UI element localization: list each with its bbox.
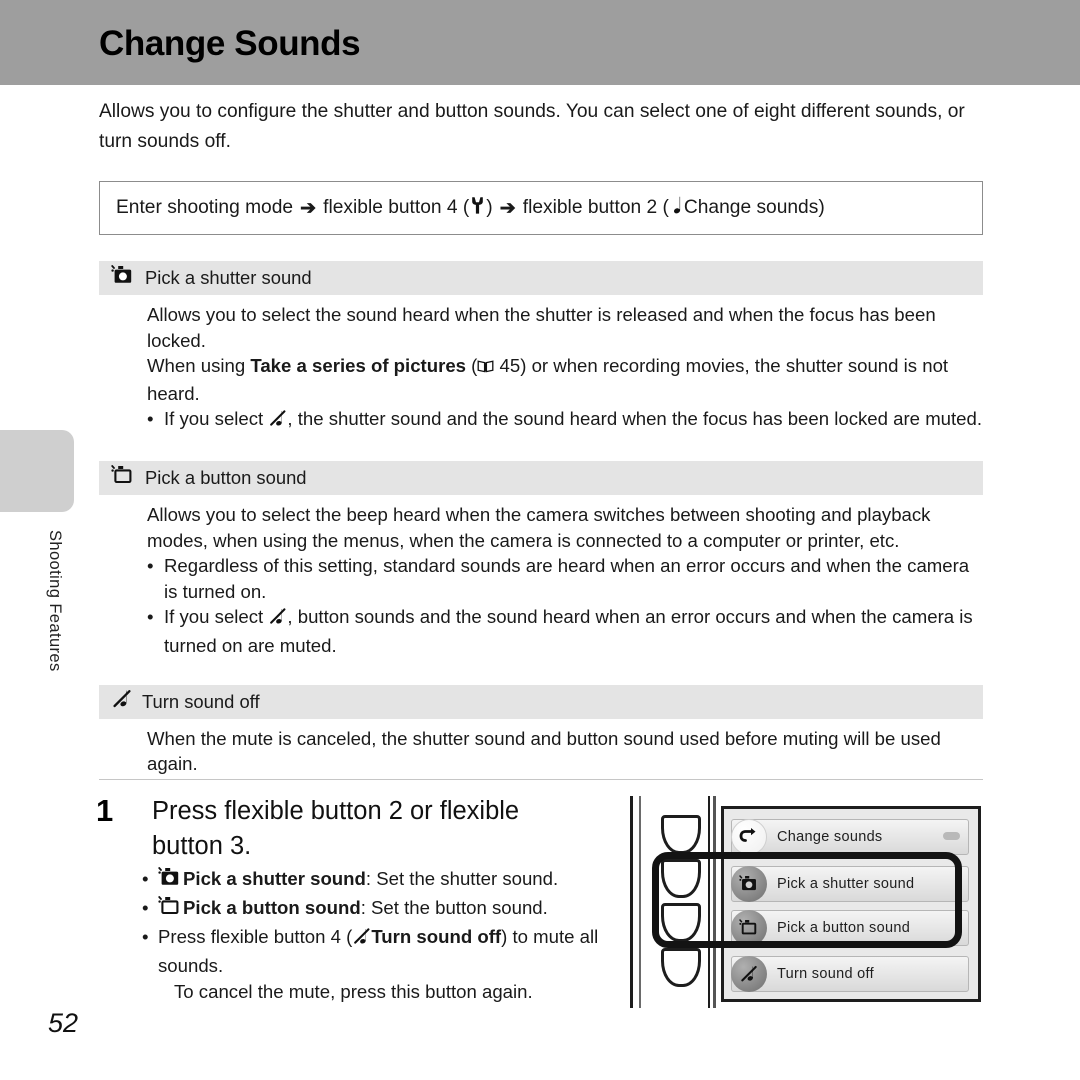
selection-highlight-ring [652, 852, 962, 948]
mute-note-icon [111, 689, 133, 715]
button-sound-camera-icon [158, 896, 183, 924]
chapter-tab-label: Shooting Features [46, 530, 64, 672]
arrow-right-icon-2: ➔ [499, 198, 516, 219]
para2-bold-reference: Take a series of pictures [250, 355, 467, 377]
step-bullet-2: • Pick a button sound: Set the button so… [142, 895, 620, 924]
menu-row-label: Change sounds [777, 829, 883, 845]
menu-indicator-pill [943, 832, 960, 840]
menu-row-change-sounds[interactable]: Change sounds [731, 819, 969, 855]
step-bullet-1: • Pick a shutter sound: Set the shutter … [142, 866, 620, 895]
menu-row-turn-sound-off[interactable]: Turn sound off [731, 956, 969, 992]
button-sound-camera-icon [111, 465, 136, 491]
section-2-bullet-1: • Regardless of this setting, standard s… [147, 553, 983, 604]
mute-note-icon [352, 927, 371, 953]
para2-mid: ( [466, 355, 478, 377]
nav-path-part2: flexible button 4 ( [323, 197, 470, 218]
section-header-pick-shutter-sound: Pick a shutter sound [99, 261, 983, 295]
music-note-icon [669, 196, 682, 221]
step-bullet-2-rest: : Set the button sound. [360, 897, 548, 918]
section-3-body: When the mute is canceled, the shutter s… [99, 719, 983, 777]
section-1-body: Allows you to select the sound heard whe… [99, 295, 983, 435]
step-number: 1 [96, 793, 114, 828]
main-content: Allows you to configure the shutter and … [99, 97, 983, 777]
bullet-1-pre: If you select [164, 408, 269, 430]
section-2-heading: Pick a button sound [145, 466, 307, 488]
step-bullet-1-rest: : Set the shutter sound. [365, 868, 559, 889]
bullet-marker: • [147, 555, 154, 577]
bullet-1-post: , the shutter sound and the sound heard … [287, 408, 983, 430]
nav-path-part3: ) [486, 197, 493, 218]
intro-paragraph: Allows you to configure the shutter and … [99, 101, 965, 152]
shutter-sound-camera-icon [158, 867, 183, 895]
step-bullet-3-pre: Press flexible button 4 ( [158, 926, 353, 947]
step-divider [99, 779, 983, 780]
mute-note-icon [731, 956, 767, 992]
nav-path-part1: Enter shooting mode [116, 197, 294, 218]
step-bullet-2-bold: Pick a button sound [183, 897, 361, 918]
section-3-heading: Turn sound off [142, 690, 260, 712]
section-2-bullet-1-text: Regardless of this setting, standard sou… [164, 555, 970, 602]
flexible-button-4[interactable] [661, 948, 701, 987]
camera-screen-illustration: Change sounds Pick a shutter sound Pick … [628, 796, 984, 1008]
page-title: Change Sounds [99, 24, 361, 63]
step-bullet-list: • Pick a shutter sound: Set the shutter … [142, 866, 620, 1005]
section-1-para-1: Allows you to select the sound heard whe… [147, 304, 936, 351]
back-arrow-icon[interactable] [731, 819, 767, 855]
para2-pre: When using [147, 355, 251, 377]
step-heading: Press flexible button 2 or flexible butt… [152, 797, 520, 860]
bullet-2-pre: If you select [164, 606, 269, 628]
chapter-tab [0, 430, 74, 512]
book-page-icon [477, 355, 494, 381]
flexible-button-1[interactable] [661, 815, 701, 854]
section-2-bullet-2: • If you select , button sounds and the … [147, 604, 983, 658]
bullet-marker: • [142, 897, 149, 918]
section-2-body: Allows you to select the beep heard when… [99, 495, 983, 659]
bullet-marker: • [147, 408, 154, 430]
step-bullet-3: • Press flexible button 4 ( Turn sound o… [142, 924, 620, 1005]
camera-body-edge-inner [639, 796, 641, 1008]
section-1-para-2: When using Take a series of pictures ( 4… [147, 353, 983, 406]
page-number: 52 [48, 1008, 79, 1038]
bullet-marker: • [147, 606, 154, 628]
mute-note-icon [268, 409, 287, 435]
step-bullet-3-extra: To cancel the mute, press this button ag… [174, 981, 533, 1002]
section-1-bullet-1: • If you select , the shutter sound and … [147, 406, 983, 435]
nav-path-part4: flexible button 2 ( [522, 197, 669, 218]
bullet-marker: • [142, 868, 149, 889]
section-1-heading: Pick a shutter sound [145, 267, 312, 288]
step-bullet-3-bold: Turn sound off [371, 926, 502, 947]
menu-row-label: Turn sound off [777, 966, 874, 982]
shutter-sound-camera-icon [111, 265, 136, 291]
setup-wrench-icon [470, 196, 485, 221]
section-2-para-1: Allows you to select the beep heard when… [147, 503, 931, 551]
mute-note-icon [268, 607, 287, 633]
arrow-right-icon: ➔ [300, 198, 317, 219]
section-3-para-1: When the mute is canceled, the shutter s… [147, 727, 941, 775]
camera-body-edge-outer [630, 796, 633, 1008]
navigation-path-box: Enter shooting mode ➔ flexible button 4 … [99, 181, 983, 235]
step-bullet-1-bold: Pick a shutter sound [183, 868, 366, 889]
section-header-pick-button-sound: Pick a button sound [99, 460, 983, 495]
bullet-marker: • [142, 926, 149, 947]
section-header-turn-sound-off: Turn sound off [99, 684, 983, 719]
nav-path-part5: Change sounds) [683, 197, 825, 218]
